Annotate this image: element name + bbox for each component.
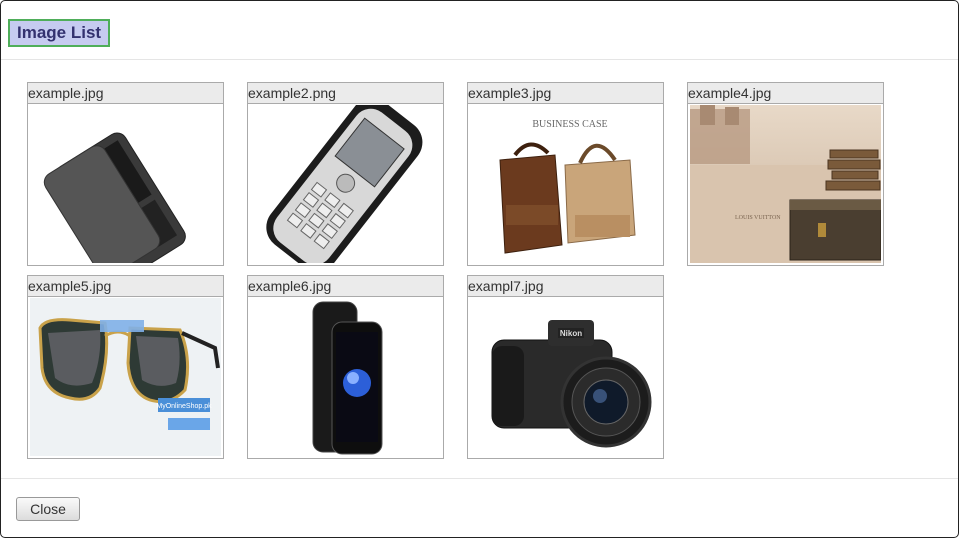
image-card[interactable]: example2.png (247, 82, 444, 266)
smartphone-image (30, 105, 221, 263)
image-caption: exampl7.jpg (468, 276, 663, 297)
image-caption: example3.jpg (468, 83, 663, 104)
cellphone-image (250, 105, 441, 263)
camera-brand-text: Nikon (560, 329, 582, 338)
bags-image: BUSINESS CASE (470, 105, 661, 263)
dialog-header: Image List (1, 1, 958, 60)
image-card[interactable]: example.jpg (27, 82, 224, 266)
image-card[interactable]: example6.jpg (247, 275, 444, 459)
camera-image: Nikon (470, 298, 661, 456)
sunglasses-image: MyOnlineShop.pk (30, 298, 221, 456)
image-card[interactable]: example5.jpg MyOnlineShop.pk (27, 275, 224, 459)
image-caption: example4.jpg (688, 83, 883, 104)
image-caption: example.jpg (28, 83, 223, 104)
image-grid: example.jpg example2.png example3.jpg BU… (1, 60, 958, 478)
dialog-footer: Close (1, 478, 958, 537)
sunglasses-overlay-text: MyOnlineShop.pk (156, 403, 212, 410)
image-caption: example5.jpg (28, 276, 223, 297)
image-caption: example6.jpg (248, 276, 443, 297)
bags-overlay-text: BUSINESS CASE (532, 119, 607, 130)
image-card[interactable]: example4.jpg LOUIS VUITTON (687, 82, 884, 266)
image-caption: example2.png (248, 83, 443, 104)
dialog-title: Image List (8, 19, 111, 47)
image-card[interactable]: exampl7.jpg Nikon (467, 275, 664, 459)
trunk-overlay-text: LOUIS VUITTON (735, 215, 781, 221)
close-button[interactable]: Close (16, 497, 80, 521)
image-list-dialog: Image List example.jpg example2.png exam… (0, 0, 959, 538)
image-card[interactable]: example3.jpg BUSINESS CASE (467, 82, 664, 266)
trunk-image: LOUIS VUITTON (690, 105, 881, 263)
iphone-image (250, 298, 441, 456)
